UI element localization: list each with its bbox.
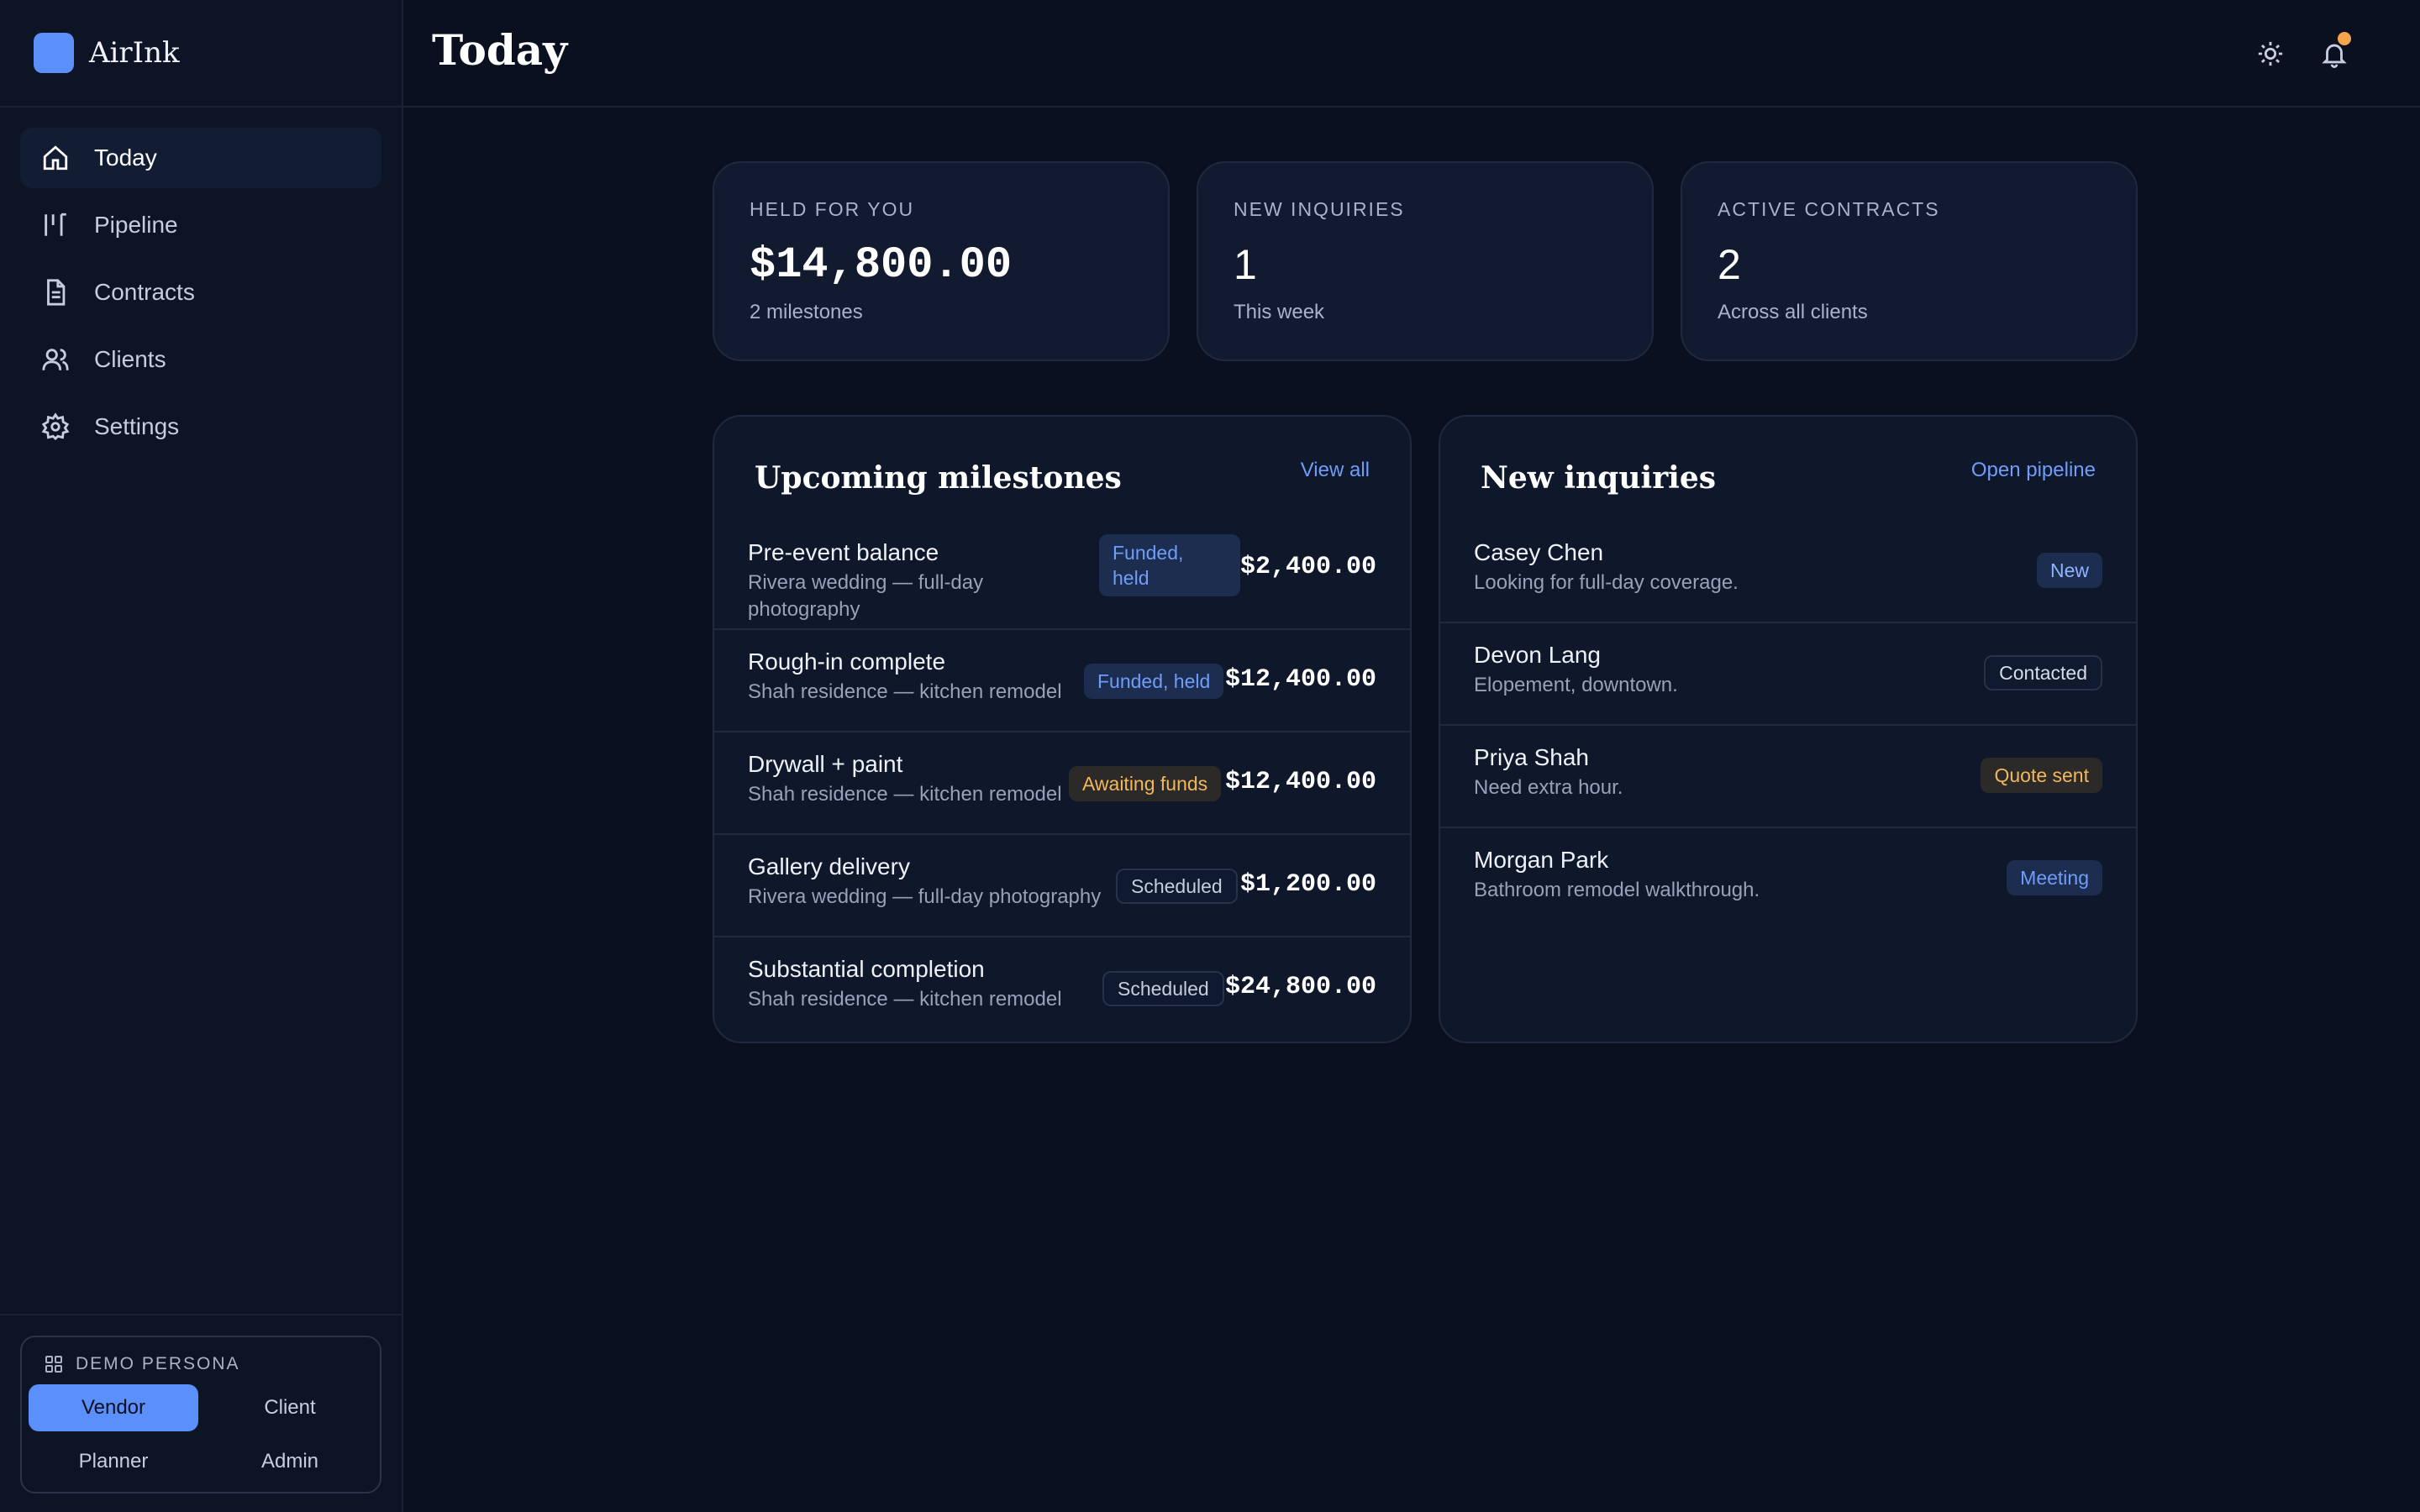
stat-label: ACTIVE CONTRACTS xyxy=(1718,198,1940,220)
inquiry-name: Devon Lang xyxy=(1474,642,1602,668)
milestone-row[interactable]: Drywall + paint Shah residence — kitchen… xyxy=(714,732,1410,835)
milestone-subtitle: Shah residence — kitchen remodel xyxy=(748,988,1062,1011)
stat-subtext: 2 milestones xyxy=(750,301,863,323)
stat-card-contracts: ACTIVE CONTRACTS 2 Across all clients xyxy=(1681,161,2138,361)
theme-toggle-button[interactable] xyxy=(2250,34,2291,74)
home-icon xyxy=(40,143,71,173)
milestone-row[interactable]: Substantial completion Shah residence — … xyxy=(714,937,1410,1042)
inquiries-panel: New inquiries Open pipeline Casey Chen L… xyxy=(1439,415,2138,1043)
status-badge: Scheduled xyxy=(1116,869,1238,904)
inquiry-note: Looking for full-day coverage. xyxy=(1474,571,1739,594)
pipeline-icon xyxy=(40,210,71,240)
stat-subtext: Across all clients xyxy=(1718,301,1868,323)
stat-label: HELD FOR YOU xyxy=(750,198,915,220)
stat-value: 2 xyxy=(1718,241,1741,288)
milestone-title: Pre-event balance xyxy=(748,539,939,565)
sidebar-item-label: Contracts xyxy=(94,279,195,305)
view-all-link[interactable]: View all xyxy=(1301,459,1370,482)
sidebar-item-label: Clients xyxy=(94,346,166,372)
milestone-amount: $1,200.00 xyxy=(1239,870,1376,899)
logo-icon xyxy=(34,33,74,73)
milestone-amount: $12,400.00 xyxy=(1224,768,1376,796)
milestone-subtitle: Shah residence — kitchen remodel xyxy=(748,680,1062,703)
status-badge: Meeting xyxy=(2007,860,2102,895)
milestones-panel: Upcoming milestones View all Pre-event b… xyxy=(713,415,1412,1043)
inquiry-name: Casey Chen xyxy=(1474,539,1604,565)
status-badge-line: held xyxy=(1113,567,1150,589)
persona-title-text: DEMO PERSONA xyxy=(76,1354,240,1373)
persona-switcher: DEMO PERSONA Vendor Client Planner Admin xyxy=(20,1336,381,1494)
sun-icon xyxy=(2258,41,2283,66)
milestone-subtitle-line: photography xyxy=(748,598,860,621)
status-badge: New xyxy=(2036,553,2102,588)
stat-value: $14,800.00 xyxy=(750,240,1013,290)
milestone-title: Substantial completion xyxy=(748,956,985,982)
grid-icon xyxy=(45,1356,62,1373)
users-icon xyxy=(40,344,71,375)
notifications-button[interactable] xyxy=(2314,32,2354,74)
persona-vendor-button[interactable]: Vendor xyxy=(29,1384,198,1431)
top-bar: Today xyxy=(403,0,2420,108)
milestone-amount: $2,400.00 xyxy=(1239,553,1376,581)
inquiry-row[interactable]: Casey Chen Looking for full-day coverage… xyxy=(1440,521,2136,623)
inquiry-name: Morgan Park xyxy=(1474,847,1609,873)
milestone-amount: $24,800.00 xyxy=(1224,973,1376,1001)
inquiry-row[interactable]: Devon Lang Elopement, downtown. Contacte… xyxy=(1440,623,2136,726)
milestone-row[interactable]: Pre-event balance Rivera wedding — full-… xyxy=(714,521,1410,630)
stat-card-held: HELD FOR YOU $14,800.00 2 milestones xyxy=(713,161,1170,361)
sidebar-item-clients[interactable]: Clients xyxy=(20,329,381,390)
stat-value: 1 xyxy=(1234,241,1257,288)
document-icon xyxy=(40,277,71,307)
open-pipeline-link[interactable]: Open pipeline xyxy=(1971,459,2096,482)
gear-icon xyxy=(40,412,71,442)
milestone-row[interactable]: Gallery delivery Rivera wedding — full-d… xyxy=(714,835,1410,937)
persona-planner-button[interactable]: Planner xyxy=(29,1438,198,1485)
inquiry-note: Need extra hour. xyxy=(1474,776,1623,799)
persona-admin-button[interactable]: Admin xyxy=(205,1438,375,1485)
persona-client-button[interactable]: Client xyxy=(205,1384,375,1431)
sidebar-item-settings[interactable]: Settings xyxy=(20,396,381,457)
inquiry-row[interactable]: Morgan Park Bathroom remodel walkthrough… xyxy=(1440,828,2136,931)
milestone-subtitle-line: Rivera wedding — full-day xyxy=(748,571,984,594)
milestone-subtitle: Rivera wedding — full-day photography xyxy=(748,570,983,623)
milestone-subtitle: Rivera wedding — full-day photography xyxy=(748,885,1102,908)
notification-badge xyxy=(2338,32,2351,45)
status-badge: Quote sent xyxy=(1981,758,2102,793)
sidebar-item-pipeline[interactable]: Pipeline xyxy=(20,195,381,255)
sidebar-item-label: Today xyxy=(94,144,157,171)
milestone-title: Rough-in complete xyxy=(748,648,946,675)
inquiry-note: Elopement, downtown. xyxy=(1474,674,1678,696)
sidebar-item-label: Settings xyxy=(94,413,180,439)
milestone-subtitle: Shah residence — kitchen remodel xyxy=(748,783,1062,806)
sidebar-footer: DEMO PERSONA Vendor Client Planner Admin xyxy=(0,1314,402,1512)
stat-label: NEW INQUIRIES xyxy=(1234,198,1405,220)
inquiry-note: Bathroom remodel walkthrough. xyxy=(1474,879,1760,901)
milestone-title: Gallery delivery xyxy=(748,853,910,879)
milestone-row[interactable]: Rough-in complete Shah residence — kitch… xyxy=(714,630,1410,732)
status-badge: Awaiting funds xyxy=(1069,766,1222,801)
stat-card-inquiries: NEW INQUIRIES 1 This week xyxy=(1197,161,1654,361)
app-name: AirInk xyxy=(89,36,180,70)
stat-subtext: This week xyxy=(1234,301,1325,323)
persona-title: DEMO PERSONA xyxy=(44,1354,240,1374)
inquiry-row[interactable]: Priya Shah Need extra hour. Quote sent xyxy=(1440,726,2136,828)
inquiry-name: Priya Shah xyxy=(1474,744,1589,770)
panel-title: New inquiries xyxy=(1481,460,1717,496)
status-badge: Funded, held xyxy=(1084,664,1224,699)
sidebar-item-contracts[interactable]: Contracts xyxy=(20,262,381,323)
status-badge: Contacted xyxy=(1984,655,2102,690)
milestone-title: Drywall + paint xyxy=(748,751,903,777)
sidebar-item-today[interactable]: Today xyxy=(20,128,381,188)
milestone-amount: $12,400.00 xyxy=(1224,665,1376,694)
sidebar-nav: Today Pipeline Contracts Clients Setting… xyxy=(0,108,402,484)
page-title: Today xyxy=(432,25,568,75)
status-badge: Scheduled xyxy=(1102,971,1224,1006)
sidebar-item-label: Pipeline xyxy=(94,212,178,238)
sidebar: AirInk Today Pipeline Contracts Clients xyxy=(0,0,403,1512)
status-badge-line: Funded, xyxy=(1113,542,1184,564)
brand[interactable]: AirInk xyxy=(0,0,402,108)
panel-title: Upcoming milestones xyxy=(755,460,1122,496)
status-badge: Funded, held xyxy=(1099,534,1240,596)
